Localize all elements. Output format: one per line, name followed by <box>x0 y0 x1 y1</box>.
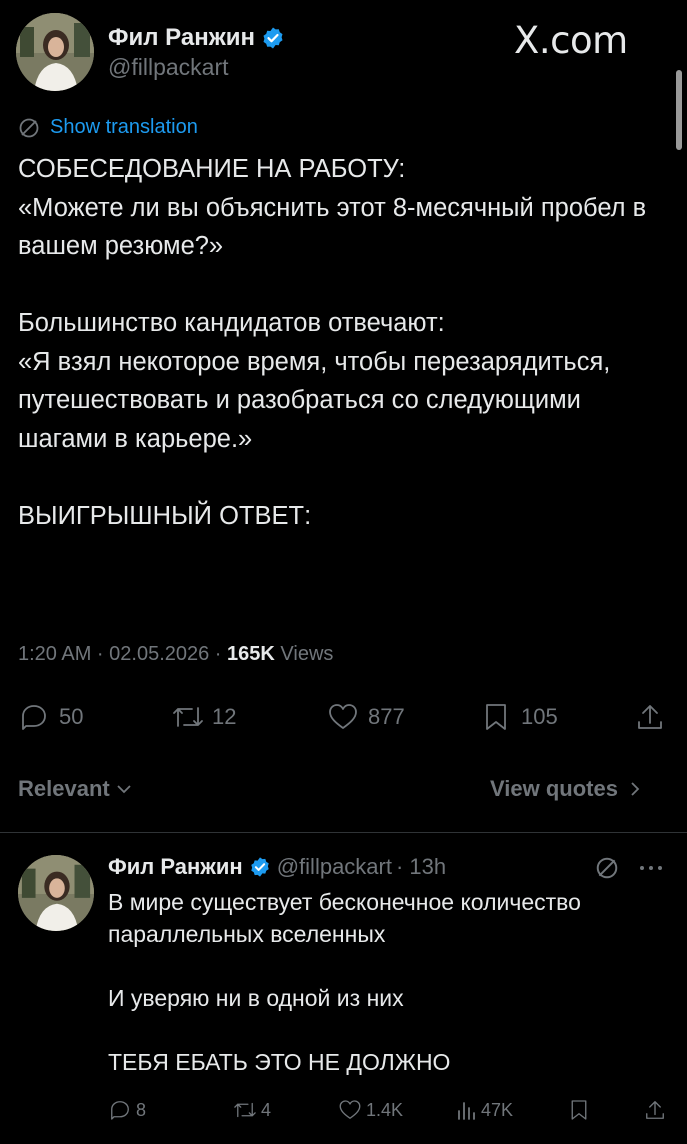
like-button[interactable]: 877 <box>326 700 405 734</box>
repost-icon <box>173 707 203 727</box>
repost-button[interactable]: 12 <box>170 700 236 734</box>
views-count: 165K <box>227 643 275 665</box>
share-icon <box>646 1101 664 1119</box>
reply-bookmark-button[interactable] <box>567 1097 591 1123</box>
reply-repost-button[interactable]: 4 <box>232 1097 271 1123</box>
view-quotes-link[interactable]: View quotes <box>490 776 644 802</box>
reply-avatar[interactable] <box>18 855 94 931</box>
reply-author-name[interactable]: Фил Ранжин <box>108 854 243 880</box>
reply-reply-count: 8 <box>136 1099 147 1120</box>
reply-icon <box>22 705 46 730</box>
avatar[interactable] <box>16 13 94 91</box>
tweet-meta: 1:20 AM · 02.05.2026 · 165K Views <box>18 643 333 666</box>
more-options-icon[interactable] <box>638 863 664 873</box>
heart-icon <box>339 1100 361 1119</box>
translate-icon[interactable] <box>595 856 619 880</box>
reply-icon <box>111 1101 129 1120</box>
repost-icon <box>234 1102 256 1118</box>
bookmark-button[interactable]: 105 <box>480 700 558 734</box>
show-translation-link[interactable]: Show translation <box>18 116 198 139</box>
reply-views-button[interactable]: 47K <box>456 1097 513 1123</box>
author-name[interactable]: Фил Ранжин <box>108 24 255 52</box>
show-translation-label: Show translation <box>50 116 198 138</box>
verified-badge-icon <box>251 857 269 877</box>
bookmark-icon <box>571 1100 587 1120</box>
reply-reply-button[interactable]: 8 <box>108 1097 146 1123</box>
brand-logo: X.com <box>514 19 628 62</box>
analytics-icon <box>458 1102 475 1120</box>
relevant-label: Relevant <box>18 776 110 801</box>
bookmark-count: 105 <box>521 704 558 729</box>
like-count: 877 <box>368 704 405 729</box>
author-handle[interactable]: @fillpackart <box>108 54 229 81</box>
reply-button[interactable]: 50 <box>18 700 83 734</box>
bookmark-icon <box>486 704 506 730</box>
reply-time[interactable]: · 13h <box>396 854 446 880</box>
relevant-sort-button[interactable]: Relevant <box>18 776 133 802</box>
chevron-down-icon <box>117 785 131 794</box>
share-icon <box>638 705 662 729</box>
reply-like-button[interactable]: 1.4K <box>337 1097 403 1123</box>
tweet-time[interactable]: 1:20 AM · 02.05.2026 · <box>18 643 227 665</box>
reply-views-count: 47K <box>481 1099 514 1120</box>
reply-header: Фил Ранжин @fillpackart · 13h <box>108 852 446 882</box>
reply-share-button[interactable] <box>643 1097 667 1123</box>
reply-repost-count: 4 <box>261 1099 272 1120</box>
repost-count: 12 <box>212 704 237 729</box>
views-label: Views <box>274 643 334 665</box>
heart-icon <box>329 704 357 729</box>
reply-like-count: 1.4K <box>366 1099 404 1120</box>
view-quotes-label: View quotes <box>490 776 618 801</box>
reply-author-handle[interactable]: @fillpackart <box>277 854 392 880</box>
chevron-right-icon <box>631 782 640 796</box>
divider <box>0 832 687 833</box>
verified-badge-icon <box>263 27 283 49</box>
tweet-text: СОБЕСЕДОВАНИЕ НА РАБОТУ: «Можете ли вы о… <box>18 155 647 530</box>
globe-icon <box>19 118 39 137</box>
reply-count: 50 <box>59 704 84 729</box>
reply-text: В мире существует бесконечное количество… <box>108 889 581 1075</box>
share-button[interactable] <box>634 700 666 734</box>
scrollbar[interactable] <box>676 70 682 150</box>
